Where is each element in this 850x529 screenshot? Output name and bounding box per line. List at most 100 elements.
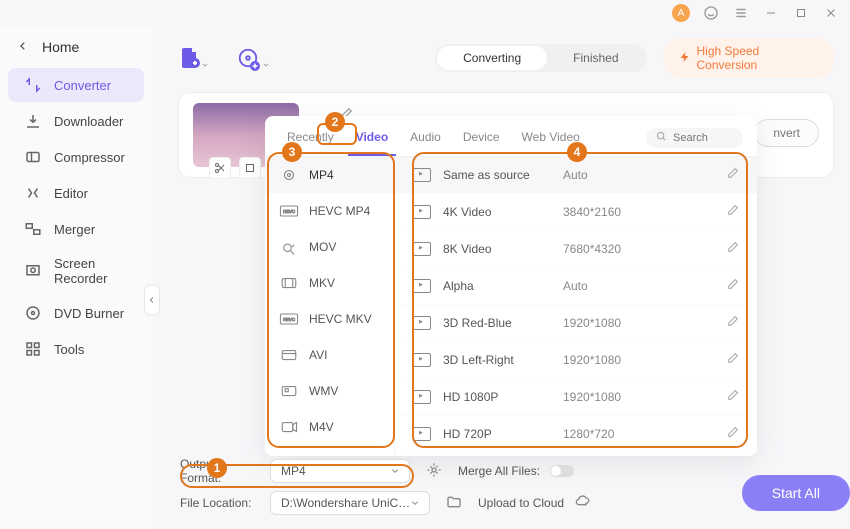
file-location-value: D:\Wondershare UniConverter 1 [281,496,411,510]
resolution-dim: 3840*2160 [563,205,621,219]
sidebar-item-compressor[interactable]: Compressor [8,140,144,174]
annotation-1: 1 [207,458,227,478]
sidebar-item-label: Compressor [54,150,125,165]
search-input[interactable] [673,132,733,144]
format-item[interactable]: HEVC HEVC MKV [265,301,394,337]
format-icon [279,347,299,363]
edit-icon[interactable] [726,278,739,294]
tab-finished[interactable]: Finished [547,46,644,70]
format-popup: Recently Video Audio Device Web Video MP… [265,116,757,456]
format-item[interactable]: M4V [265,409,394,445]
sidebar-item-label: Screen Recorder [54,256,128,286]
resolution-item[interactable]: 3D Red-Blue1920*1080 [395,305,757,342]
output-format-select[interactable]: MP4 [270,459,410,483]
sidebar-item-tools[interactable]: Tools [8,332,144,366]
sidebar-item-label: Merger [54,222,95,237]
play-icon [413,242,431,256]
settings-icon[interactable] [426,462,442,481]
resolution-item[interactable]: 8K Video7680*4320 [395,231,757,268]
format-label: HEVC MKV [309,312,372,326]
format-label: M4V [309,420,334,434]
resolution-dim: 1920*1080 [563,353,621,367]
format-item[interactable]: MKV [265,265,394,301]
resolution-item[interactable]: HD 720P1280*720 [395,416,757,453]
resolution-dim: 1280*720 [563,427,614,441]
annotation-4: 4 [567,142,587,162]
edit-icon[interactable] [726,167,739,183]
sidebar-item-dvd-burner[interactable]: DVD Burner [8,296,144,330]
minimize-icon[interactable] [762,4,780,22]
format-label: AVI [309,348,327,362]
merger-icon [24,220,42,238]
maximize-icon[interactable] [792,4,810,22]
format-item[interactable]: AVI [265,337,394,373]
merge-toggle[interactable] [550,465,574,477]
format-label: MP4 [309,168,334,182]
add-dvd-button[interactable] [236,46,259,70]
play-icon [413,353,431,367]
resolution-dim: 1920*1080 [563,390,621,404]
search-box[interactable] [646,128,743,148]
edit-icon[interactable] [726,315,739,331]
format-item[interactable]: MOV [265,229,394,265]
resolution-name: 8K Video [443,242,563,256]
back-icon[interactable] [18,38,28,56]
format-list[interactable]: MP4 HEVC HEVC MP4 MOV MKV HEVC HEVC MKV AVI WMV M… [265,157,395,456]
resolution-name: 3D Left-Right [443,353,563,367]
format-label: MOV [309,240,336,254]
tab-audio[interactable]: Audio [402,126,449,156]
support-icon[interactable] [702,4,720,22]
format-icon: HEVC [279,311,299,327]
tab-device[interactable]: Device [455,126,508,156]
file-location-select[interactable]: D:\Wondershare UniConverter 1 [270,491,430,515]
cloud-icon[interactable] [574,494,590,513]
format-item[interactable]: HEVC HEVC MP4 [265,193,394,229]
tab-converting[interactable]: Converting [437,46,547,70]
downloader-icon [24,112,42,130]
close-icon[interactable] [822,4,840,22]
folder-icon[interactable] [446,494,462,513]
edit-icon[interactable] [726,426,739,442]
sidebar-item-screen-recorder[interactable]: Screen Recorder [8,248,144,294]
format-item[interactable]: MP4 [265,157,394,193]
format-label: HEVC MP4 [309,204,370,218]
resolution-list[interactable]: Same as sourceAuto4K Video3840*21608K Vi… [395,157,757,456]
resolution-item[interactable]: 4K Video3840*2160 [395,194,757,231]
resolution-name: HD 720P [443,427,563,441]
resolution-name: HD 1080P [443,390,563,404]
resolution-item[interactable]: 3D Left-Right1920*1080 [395,342,757,379]
add-file-button[interactable] [178,46,202,70]
convert-button[interactable]: nvert [754,119,819,147]
topbar: Converting Finished High Speed Conversio… [178,38,834,78]
format-item[interactable]: WMV [265,373,394,409]
edit-icon[interactable] [726,204,739,220]
svg-text:HEVC: HEVC [283,209,295,214]
footer: Output Format: MP4 Merge All Files: File… [180,457,834,521]
menu-icon[interactable] [732,4,750,22]
avatar[interactable]: A [672,4,690,22]
resolution-dim: Auto [563,168,588,182]
resolution-item[interactable]: HD 1080P1920*1080 [395,379,757,416]
high-speed-button[interactable]: High Speed Conversion [663,38,834,78]
format-icon [279,383,299,399]
merge-label: Merge All Files: [458,464,540,478]
home-label[interactable]: Home [42,39,79,55]
sidebar-item-editor[interactable]: Editor [8,176,144,210]
sidebar-item-merger[interactable]: Merger [8,212,144,246]
resolution-item[interactable]: AlphaAuto [395,268,757,305]
compressor-icon [24,148,42,166]
file-location-label: File Location: [180,496,260,510]
resolution-name: 4K Video [443,205,563,219]
tab-video[interactable]: Video [348,126,396,156]
resolution-item[interactable]: Same as sourceAuto [395,157,757,194]
resolution-name: Same as source [443,168,563,182]
edit-icon[interactable] [726,389,739,405]
edit-icon[interactable] [726,241,739,257]
bolt-icon [679,51,691,66]
sidebar-item-downloader[interactable]: Downloader [8,104,144,138]
format-label: MKV [309,276,335,290]
crop-button[interactable] [239,157,261,179]
sidebar-item-converter[interactable]: Converter [8,68,144,102]
edit-icon[interactable] [726,352,739,368]
trim-button[interactable] [209,157,231,179]
